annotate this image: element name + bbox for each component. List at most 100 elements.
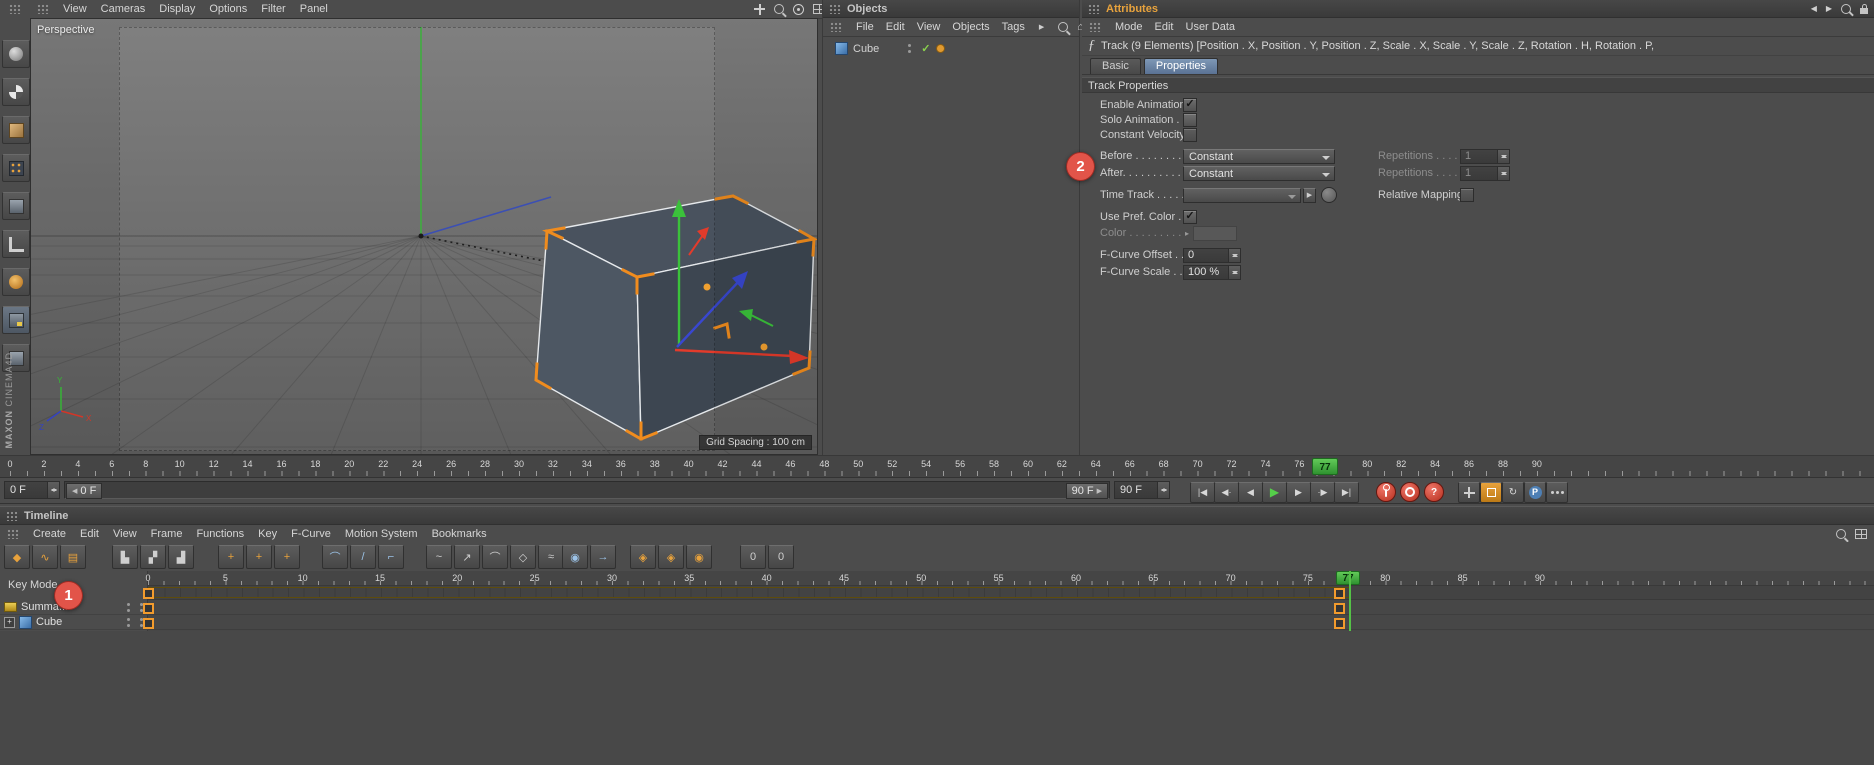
points-mode-button[interactable] bbox=[2, 154, 30, 182]
object-name[interactable]: Cube bbox=[853, 43, 879, 55]
zero-angle-button[interactable]: 0 bbox=[740, 545, 766, 569]
search-icon[interactable] bbox=[1058, 22, 1068, 32]
prev-frame-button[interactable]: ◀ bbox=[1238, 482, 1263, 503]
tab-basic[interactable]: Basic bbox=[1090, 58, 1141, 74]
playhead-line[interactable] bbox=[1349, 571, 1351, 631]
animation-tag-icon[interactable] bbox=[936, 44, 945, 53]
menubar-grip[interactable] bbox=[1089, 22, 1101, 32]
menu-item[interactable]: Edit bbox=[80, 528, 99, 540]
pan-view-icon[interactable] bbox=[754, 4, 765, 15]
keyframe[interactable] bbox=[143, 603, 154, 614]
snap-button[interactable]: → bbox=[590, 545, 616, 569]
menubar-grip[interactable] bbox=[7, 529, 19, 539]
record-keyframe-button[interactable] bbox=[1376, 482, 1396, 502]
spinner-arrows-icon[interactable] bbox=[1228, 266, 1240, 279]
range-end-handle[interactable]: 90 F ▶ bbox=[1066, 483, 1108, 499]
search-icon[interactable] bbox=[1841, 4, 1851, 14]
menu-item[interactable]: File bbox=[856, 21, 874, 33]
spinner-arrows-icon[interactable] bbox=[1497, 150, 1509, 163]
current-frame-marker[interactable]: 77 bbox=[1312, 458, 1338, 475]
range-start-handle[interactable]: ◀ 0 F bbox=[66, 483, 102, 499]
menu-item[interactable]: Cameras bbox=[101, 3, 146, 15]
goto-next-key-button[interactable]: ·▶ bbox=[1310, 482, 1335, 503]
model-mode-button[interactable] bbox=[2, 78, 30, 106]
link-arrow-button[interactable]: ▶ bbox=[1303, 188, 1316, 203]
repetitions-spinner[interactable]: 1 bbox=[1460, 149, 1510, 164]
panel-grip[interactable] bbox=[1088, 4, 1100, 14]
menubar-grip[interactable] bbox=[830, 22, 842, 32]
expand-icon[interactable]: + bbox=[4, 617, 15, 628]
add-key-button[interactable]: + bbox=[274, 545, 300, 569]
color-swatch[interactable] bbox=[1193, 226, 1237, 241]
panel-grip[interactable] bbox=[829, 4, 841, 14]
interpolation-button[interactable]: / bbox=[350, 545, 376, 569]
menu-item[interactable]: View bbox=[63, 3, 87, 15]
keyframe[interactable] bbox=[1334, 588, 1345, 599]
menu-item[interactable]: Create bbox=[33, 528, 66, 540]
solo-animation-checkbox[interactable] bbox=[1183, 113, 1197, 127]
lock-tool-button[interactable]: ◈ bbox=[630, 545, 656, 569]
zero-angle-button[interactable]: 0 bbox=[768, 545, 794, 569]
menu-item[interactable]: User Data bbox=[1186, 21, 1236, 33]
view-filter-button[interactable]: ▟ bbox=[168, 545, 194, 569]
goto-end-button[interactable]: ▶| bbox=[1334, 482, 1359, 503]
expand-arrow-icon[interactable]: ▸ bbox=[1185, 229, 1189, 238]
add-key-button[interactable]: + bbox=[246, 545, 272, 569]
timeline-mode-button[interactable]: ◆ bbox=[4, 545, 30, 569]
menu-item[interactable]: Motion System bbox=[345, 528, 418, 540]
summary-range-bar[interactable] bbox=[148, 587, 1350, 598]
fcurve-offset-spinner[interactable]: 0 bbox=[1183, 248, 1241, 263]
goto-start-button[interactable]: |◀ bbox=[1190, 482, 1215, 503]
object-picker-icon[interactable] bbox=[1321, 187, 1337, 203]
timeline-key-area[interactable]: 051015202530354045505560657075808590 77 bbox=[148, 571, 1874, 631]
menu-item[interactable]: View bbox=[113, 528, 137, 540]
history-forward-icon[interactable]: ▶ bbox=[1826, 4, 1832, 13]
interpolation-button[interactable]: ⌒ bbox=[322, 545, 348, 569]
objects-header[interactable]: Objects bbox=[823, 0, 1079, 18]
preview-range-slider[interactable]: ◀ 0 F 90 F ▶ bbox=[64, 481, 1110, 499]
menu-item[interactable]: Edit bbox=[1155, 21, 1174, 33]
curve-tool-button[interactable]: ≈ bbox=[538, 545, 564, 569]
end-frame-field[interactable]: 90 F bbox=[1114, 481, 1170, 499]
panel-grip[interactable] bbox=[6, 511, 18, 521]
make-editable-button[interactable] bbox=[2, 40, 30, 68]
menu-item[interactable]: Objects bbox=[952, 21, 989, 33]
summary-key-row[interactable] bbox=[148, 600, 1874, 615]
curve-tool-button[interactable]: ◇ bbox=[510, 545, 536, 569]
spinner-arrows-icon[interactable] bbox=[47, 482, 59, 498]
menu-item[interactable]: F-Curve bbox=[291, 528, 331, 540]
menu-item[interactable]: Key bbox=[258, 528, 277, 540]
add-key-button[interactable]: + bbox=[218, 545, 244, 569]
enable-animation-checkbox[interactable]: ✓ bbox=[1183, 98, 1197, 112]
view-filter-button[interactable]: ▞ bbox=[140, 545, 166, 569]
main-frame-ruler[interactable]: 0246810121416182022242628303234363840424… bbox=[0, 455, 1874, 478]
keyframe-selection-button[interactable]: ? bbox=[1424, 482, 1444, 502]
spinner-arrows-icon[interactable] bbox=[1228, 249, 1240, 262]
track-name[interactable]: Cube bbox=[36, 616, 62, 628]
timeline-mode-button[interactable]: ▤ bbox=[60, 545, 86, 569]
keyframe[interactable] bbox=[143, 588, 154, 599]
start-frame-field[interactable]: 0 F bbox=[4, 481, 60, 499]
before-dropdown[interactable]: Constant bbox=[1183, 149, 1335, 164]
after-dropdown[interactable]: Constant bbox=[1183, 166, 1335, 181]
fcurve-scale-spinner[interactable]: 100 % bbox=[1183, 265, 1241, 280]
interpolation-button[interactable]: ⌐ bbox=[378, 545, 404, 569]
goto-prev-key-button[interactable]: ◀· bbox=[1214, 482, 1239, 503]
track-toggle-dots-icon[interactable] bbox=[127, 603, 130, 606]
menu-item[interactable]: Options bbox=[209, 3, 247, 15]
parameter-record-toggle[interactable]: P bbox=[1524, 482, 1546, 503]
keyframe[interactable] bbox=[1334, 618, 1345, 629]
visibility-dots-icon[interactable] bbox=[908, 44, 911, 47]
curve-tool-button[interactable]: ↗ bbox=[454, 545, 480, 569]
track-toggle-dots-icon[interactable] bbox=[127, 618, 130, 621]
rotate-view-icon[interactable] bbox=[793, 4, 804, 15]
menu-item[interactable]: Tags bbox=[1002, 21, 1025, 33]
texture-paint-button[interactable] bbox=[2, 268, 30, 296]
curve-tool-button[interactable]: ~ bbox=[426, 545, 452, 569]
menu-item[interactable]: Edit bbox=[886, 21, 905, 33]
spinner-arrows-icon[interactable] bbox=[1497, 167, 1509, 180]
menu-item[interactable]: Functions bbox=[196, 528, 244, 540]
edges-mode-button[interactable] bbox=[2, 192, 30, 220]
current-frame-marker[interactable]: 77 bbox=[1336, 571, 1360, 585]
menu-item[interactable]: Panel bbox=[300, 3, 328, 15]
